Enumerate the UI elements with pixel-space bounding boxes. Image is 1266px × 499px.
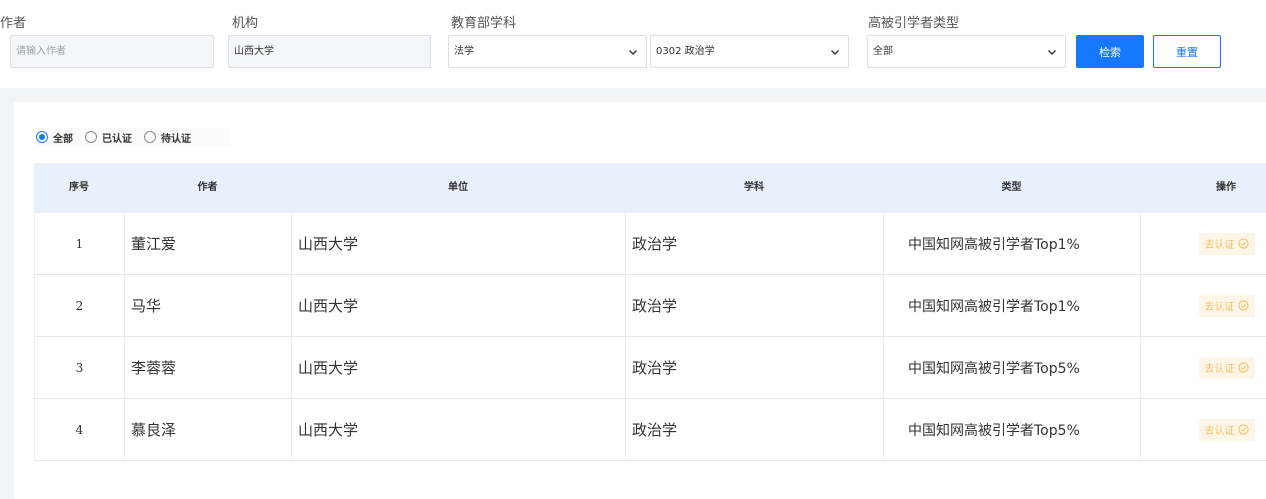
row-author: 慕良泽 (124, 399, 291, 460)
check-circle-icon (1237, 424, 1249, 435)
author-label: 作者 (0, 16, 27, 31)
radio-unchecked-icon (144, 131, 156, 143)
row-type: 中国知网高被引学者Top5% (883, 399, 1140, 460)
discipline-secondary-value: 0302 政治学 (656, 46, 715, 57)
radio-all-label: 全部 (53, 133, 73, 145)
radio-pending[interactable]: 待认证 (144, 130, 191, 145)
scholar-type-value: 全部 (873, 46, 893, 57)
header-index: 序号 (69, 182, 89, 193)
row-unit: 山西大学 (291, 275, 625, 336)
chevron-down-icon (830, 36, 840, 67)
check-circle-icon (1237, 362, 1249, 373)
row-subject: 政治学 (625, 399, 883, 460)
verify-label: 去认证 (1204, 240, 1235, 251)
row-action-cell: 去认证 (1140, 213, 1266, 274)
reset-button[interactable]: 重置 (1153, 35, 1221, 68)
radio-pending-label: 待认证 (161, 133, 191, 145)
row-action-cell: 去认证 (1140, 399, 1266, 460)
chevron-down-icon (1047, 36, 1057, 67)
row-unit: 山西大学 (291, 399, 625, 460)
row-author: 李蓉蓉 (124, 337, 291, 398)
radio-verified-label: 已认证 (102, 133, 132, 145)
radio-checked-icon (36, 131, 48, 143)
radio-all[interactable]: 全部 (36, 130, 73, 145)
row-index: 4 (34, 399, 124, 460)
scholar-type-label: 高被引学者类型 (868, 16, 960, 31)
scholar-type-select[interactable]: 全部 (867, 35, 1066, 68)
org-label: 机构 (232, 16, 259, 31)
verify-button[interactable]: 去认证 (1198, 418, 1255, 441)
verify-button[interactable]: 去认证 (1198, 356, 1255, 379)
table-row: 3 李蓉蓉 山西大学 政治学 中国知网高被引学者Top5% 去认证 (34, 337, 1266, 399)
row-subject: 政治学 (625, 213, 883, 274)
row-type: 中国知网高被引学者Top5% (883, 337, 1140, 398)
header-unit: 单位 (448, 182, 468, 193)
row-index: 3 (34, 337, 124, 398)
row-action-cell: 去认证 (1140, 275, 1266, 336)
org-input[interactable]: 山西大学 (228, 35, 431, 68)
row-unit: 山西大学 (291, 213, 625, 274)
row-author: 董江爱 (124, 213, 291, 274)
verify-label: 去认证 (1204, 426, 1235, 437)
row-index: 1 (34, 213, 124, 274)
row-type: 中国知网高被引学者Top1% (883, 275, 1140, 336)
row-subject: 政治学 (625, 275, 883, 336)
row-unit: 山西大学 (291, 337, 625, 398)
row-action-cell: 去认证 (1140, 337, 1266, 398)
table-row: 4 慕良泽 山西大学 政治学 中国知网高被引学者Top5% 去认证 (34, 399, 1266, 461)
author-input[interactable]: 请输入作者 (10, 35, 214, 68)
row-author: 马华 (124, 275, 291, 336)
table-row: 1 董江爱 山西大学 政治学 中国知网高被引学者Top1% 去认证 (34, 213, 1266, 275)
verify-button[interactable]: 去认证 (1198, 232, 1255, 255)
discipline-label: 教育部学科 (451, 16, 517, 31)
status-filter: 全部 已认证 待认证 (36, 128, 230, 146)
header-action: 操作 (1216, 182, 1236, 193)
discipline-secondary-select[interactable]: 0302 政治学 (650, 35, 849, 68)
filter-bar: 作者 请输入作者 机构 山西大学 教育部学科 法学 0302 政治学 高被引学者… (0, 0, 1266, 88)
verify-label: 去认证 (1204, 302, 1235, 313)
row-subject: 政治学 (625, 337, 883, 398)
verify-label: 去认证 (1204, 364, 1235, 375)
row-type: 中国知网高被引学者Top1% (883, 213, 1140, 274)
discipline-primary-value: 法学 (454, 46, 474, 57)
verify-button[interactable]: 去认证 (1198, 294, 1255, 317)
search-button[interactable]: 检索 (1076, 35, 1144, 68)
table-row: 2 马华 山西大学 政治学 中国知网高被引学者Top1% 去认证 (34, 275, 1266, 337)
radio-unchecked-icon (85, 131, 97, 143)
header-type: 类型 (1001, 182, 1022, 193)
chevron-down-icon (628, 36, 638, 67)
radio-verified[interactable]: 已认证 (85, 130, 132, 145)
check-circle-icon (1237, 238, 1249, 249)
table-header: 序号 作者 单位 学科 类型 操作 (34, 163, 1266, 213)
header-author: 作者 (197, 182, 218, 193)
check-circle-icon (1237, 300, 1249, 311)
discipline-primary-select[interactable]: 法学 (448, 35, 647, 68)
header-subject: 学科 (744, 182, 764, 193)
row-index: 2 (34, 275, 124, 336)
